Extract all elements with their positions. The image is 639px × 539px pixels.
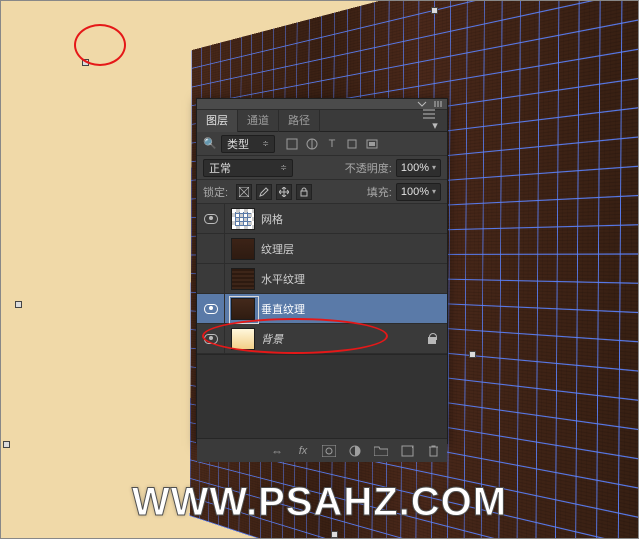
blend-mode-select[interactable]: 正常 ≑ (203, 159, 293, 177)
visibility-toggle[interactable] (197, 264, 225, 293)
mask-icon[interactable] (321, 443, 337, 459)
group-icon[interactable] (373, 443, 389, 459)
layer-name: 水平纹理 (261, 271, 305, 287)
lock-label: 锁定: (203, 184, 228, 200)
tab-channels[interactable]: 通道 (238, 110, 279, 132)
transform-handle[interactable] (3, 441, 10, 448)
panel-titlebar[interactable] (197, 99, 447, 110)
visibility-toggle[interactable] (197, 234, 225, 263)
panel-empty-area (197, 354, 447, 438)
chevron-down-icon: ▾ (432, 163, 436, 172)
filter-type-select[interactable]: 类型 ≑ (221, 135, 275, 153)
opacity-value: 100% (401, 162, 429, 174)
lock-icon (427, 333, 437, 345)
layer-name: 网格 (261, 211, 283, 227)
fx-icon[interactable]: fx (295, 443, 311, 459)
transform-handle[interactable] (469, 351, 476, 358)
filter-icons: T (285, 137, 379, 151)
filter-type-t-icon[interactable]: T (325, 137, 339, 151)
search-icon: 🔍 (203, 137, 215, 150)
opacity-input[interactable]: 100% ▾ (396, 159, 441, 177)
filter-smart-icon[interactable] (365, 137, 379, 151)
watermark-text: WWW.PSAHZ.COM (30, 480, 609, 525)
new-layer-icon[interactable] (399, 443, 415, 459)
visibility-toggle[interactable] (197, 204, 225, 233)
filter-row: 🔍 类型 ≑ T (197, 132, 447, 156)
panel-menu-icon[interactable]: ▾ (423, 109, 447, 132)
filter-adjust-icon[interactable] (305, 137, 319, 151)
layer-row[interactable]: 网格 (197, 204, 447, 234)
transform-handle[interactable] (82, 59, 89, 66)
tab-layers[interactable]: 图层 (197, 110, 238, 132)
layers-panel: 图层 通道 路径 ▾ 🔍 类型 ≑ T 正常 ≑ 不透明度: 100% (196, 98, 448, 444)
panel-footer: ⇔ fx (197, 438, 447, 462)
lock-pixels-icon[interactable] (236, 184, 252, 200)
transform-handle[interactable] (431, 7, 438, 14)
blend-mode-value: 正常 (209, 160, 231, 176)
filter-type-label: 类型 (227, 136, 249, 152)
layer-row[interactable]: 水平纹理 (197, 264, 447, 294)
link-layers-icon[interactable]: ⇔ (269, 443, 285, 459)
filter-pixel-icon[interactable] (285, 137, 299, 151)
filter-shape-icon[interactable] (345, 137, 359, 151)
lock-position-icon[interactable] (276, 184, 292, 200)
panel-tabs: 图层 通道 路径 ▾ (197, 110, 447, 132)
opacity-label: 不透明度: (345, 160, 392, 176)
layer-thumbnail[interactable] (231, 238, 255, 260)
lock-all-icon[interactable] (296, 184, 312, 200)
annotation-circle-wrap (202, 318, 388, 354)
eye-icon (204, 304, 218, 314)
layer-thumbnail[interactable] (231, 298, 255, 320)
transform-handle[interactable] (331, 531, 338, 538)
fill-input[interactable]: 100% ▾ (396, 183, 441, 201)
lock-brush-icon[interactable] (256, 184, 272, 200)
blend-row: 正常 ≑ 不透明度: 100% ▾ (197, 156, 447, 180)
chevron-down-icon: ≑ (262, 139, 269, 148)
layer-name: 纹理层 (261, 241, 294, 257)
expand-icon[interactable] (433, 100, 443, 108)
layer-thumbnail[interactable] (231, 208, 255, 230)
adjustment-icon[interactable] (347, 443, 363, 459)
lock-row: 锁定: 填充: 100% ▾ (197, 180, 447, 204)
fill-value: 100% (401, 186, 429, 198)
layer-name: 垂直纹理 (261, 301, 305, 317)
chevron-down-icon: ≑ (280, 163, 287, 172)
trash-icon[interactable] (425, 443, 441, 459)
transform-handle[interactable] (15, 301, 22, 308)
tab-paths[interactable]: 路径 (279, 110, 320, 132)
eye-icon (204, 214, 218, 224)
layer-thumbnail[interactable] (231, 268, 255, 290)
fill-label: 填充: (367, 184, 392, 200)
collapse-icon[interactable] (417, 100, 427, 108)
annotation-circle (202, 318, 388, 354)
chevron-down-icon: ▾ (432, 187, 436, 196)
layer-row[interactable]: 纹理层 (197, 234, 447, 264)
